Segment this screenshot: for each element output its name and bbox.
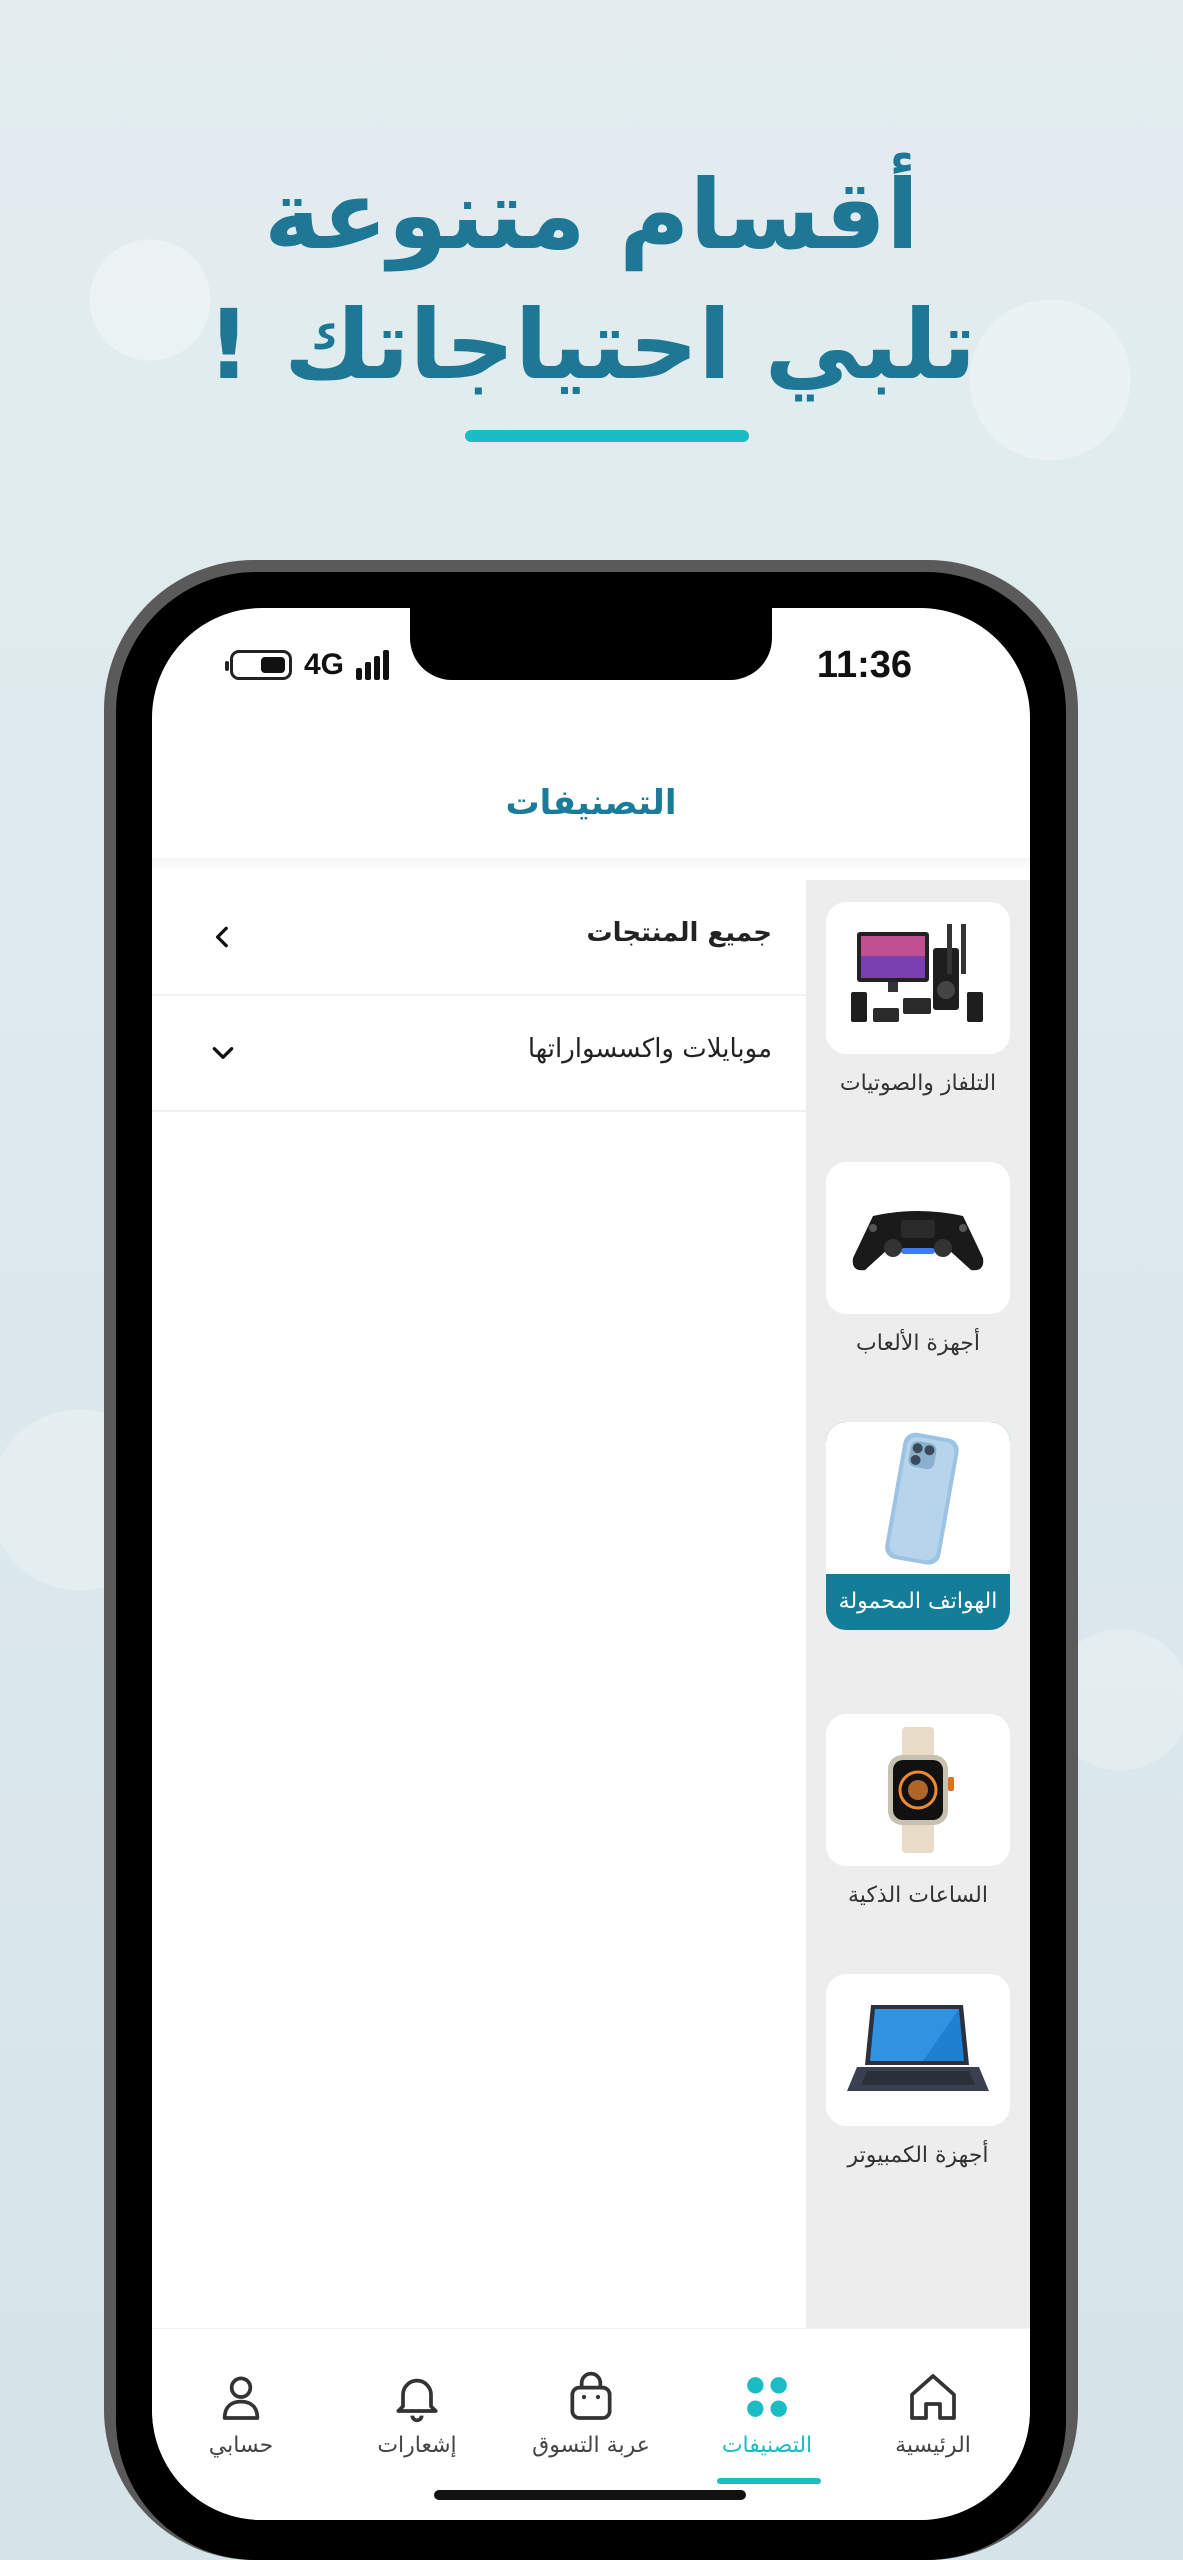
chevron-down-icon <box>212 1047 234 1059</box>
smartphone-image <box>826 1422 1010 1574</box>
nav-shopping-cart[interactable]: عربة التسوق <box>516 2369 666 2458</box>
nav-label: إشعارات <box>377 2433 457 2458</box>
active-tab-indicator <box>717 2478 821 2484</box>
headline-underline <box>465 430 749 442</box>
subcategory-label: موبايلات واكسسواراتها <box>527 1034 772 1064</box>
nav-account[interactable]: حسابي <box>166 2369 316 2458</box>
promo-headline-line1: أقسام متنوعة <box>263 159 920 271</box>
signal-icon <box>356 650 390 680</box>
status-time: 11:36 <box>816 644 912 686</box>
subcategory-mobiles-accessories[interactable]: موبايلات واكسسواراتها <box>152 996 806 1112</box>
category-label: الهواتف المحمولة <box>838 1589 998 1614</box>
smartwatch-image <box>826 1714 1010 1866</box>
chevron-left-icon <box>215 926 228 948</box>
category-label: أجهزة الكمبيوتر <box>847 2143 989 2168</box>
subcategory-all-products[interactable]: جميع المنتجات <box>152 880 806 996</box>
category-label: أجهزة الألعاب <box>856 1331 980 1356</box>
category-gaming[interactable]: أجهزة الألعاب <box>826 1162 1010 1360</box>
category-mobile-phones[interactable]: الهواتف المحمولة <box>826 1422 1010 1630</box>
gamepad-image <box>826 1162 1010 1314</box>
nav-label: حسابي <box>208 2433 274 2458</box>
nav-notifications[interactable]: إشعارات <box>342 2369 492 2458</box>
category-smartwatches[interactable]: الساعات الذكية <box>826 1714 1010 1912</box>
category-sidebar: التلفاز والصوتيات أجهزة الألعاب الهواتف … <box>806 880 1030 2328</box>
home-icon <box>910 2374 956 2420</box>
subcategory-list: جميع المنتجات موبايلات واكسسواراتها <box>152 880 806 1112</box>
battery-icon <box>225 650 292 680</box>
grid-icon <box>747 2377 787 2417</box>
user-icon <box>222 2376 260 2420</box>
category-label: الساعات الذكية <box>848 1883 988 1908</box>
laptop-image <box>826 1974 1010 2126</box>
nav-home[interactable]: الرئيسية <box>858 2369 1008 2458</box>
nav-label: عربة التسوق <box>532 2433 650 2458</box>
bell-icon <box>396 2378 438 2423</box>
nav-categories[interactable]: التصنيفات <box>692 2369 842 2458</box>
nav-label: التصنيفات <box>721 2433 813 2458</box>
home-indicator <box>434 2490 746 2500</box>
promo-headline-line2: تلبي احتياجاتك ! <box>206 289 977 401</box>
subcategory-label: جميع المنتجات <box>586 918 772 948</box>
nav-label: الرئيسية <box>895 2433 971 2458</box>
page-title: التصنيفات <box>505 783 677 823</box>
category-computers[interactable]: أجهزة الكمبيوتر <box>826 1974 1010 2172</box>
promo-headline: أقسام متنوعة تلبي احتياجاتك ! <box>0 150 1183 410</box>
category-tv-audio[interactable]: التلفاز والصوتيات <box>826 902 1010 1100</box>
phone-notch <box>410 608 772 680</box>
shopping-bag-icon <box>570 2371 612 2420</box>
tv-audio-image <box>826 902 1010 1054</box>
category-label: التلفاز والصوتيات <box>839 1071 997 1096</box>
network-label: 4G <box>304 648 345 681</box>
status-bar-left: 4G <box>225 648 390 682</box>
phone-screen: 4G 11:36 التصنيفات جميع المنتجات موبايلا… <box>152 608 1030 2520</box>
header-divider <box>152 858 1030 874</box>
